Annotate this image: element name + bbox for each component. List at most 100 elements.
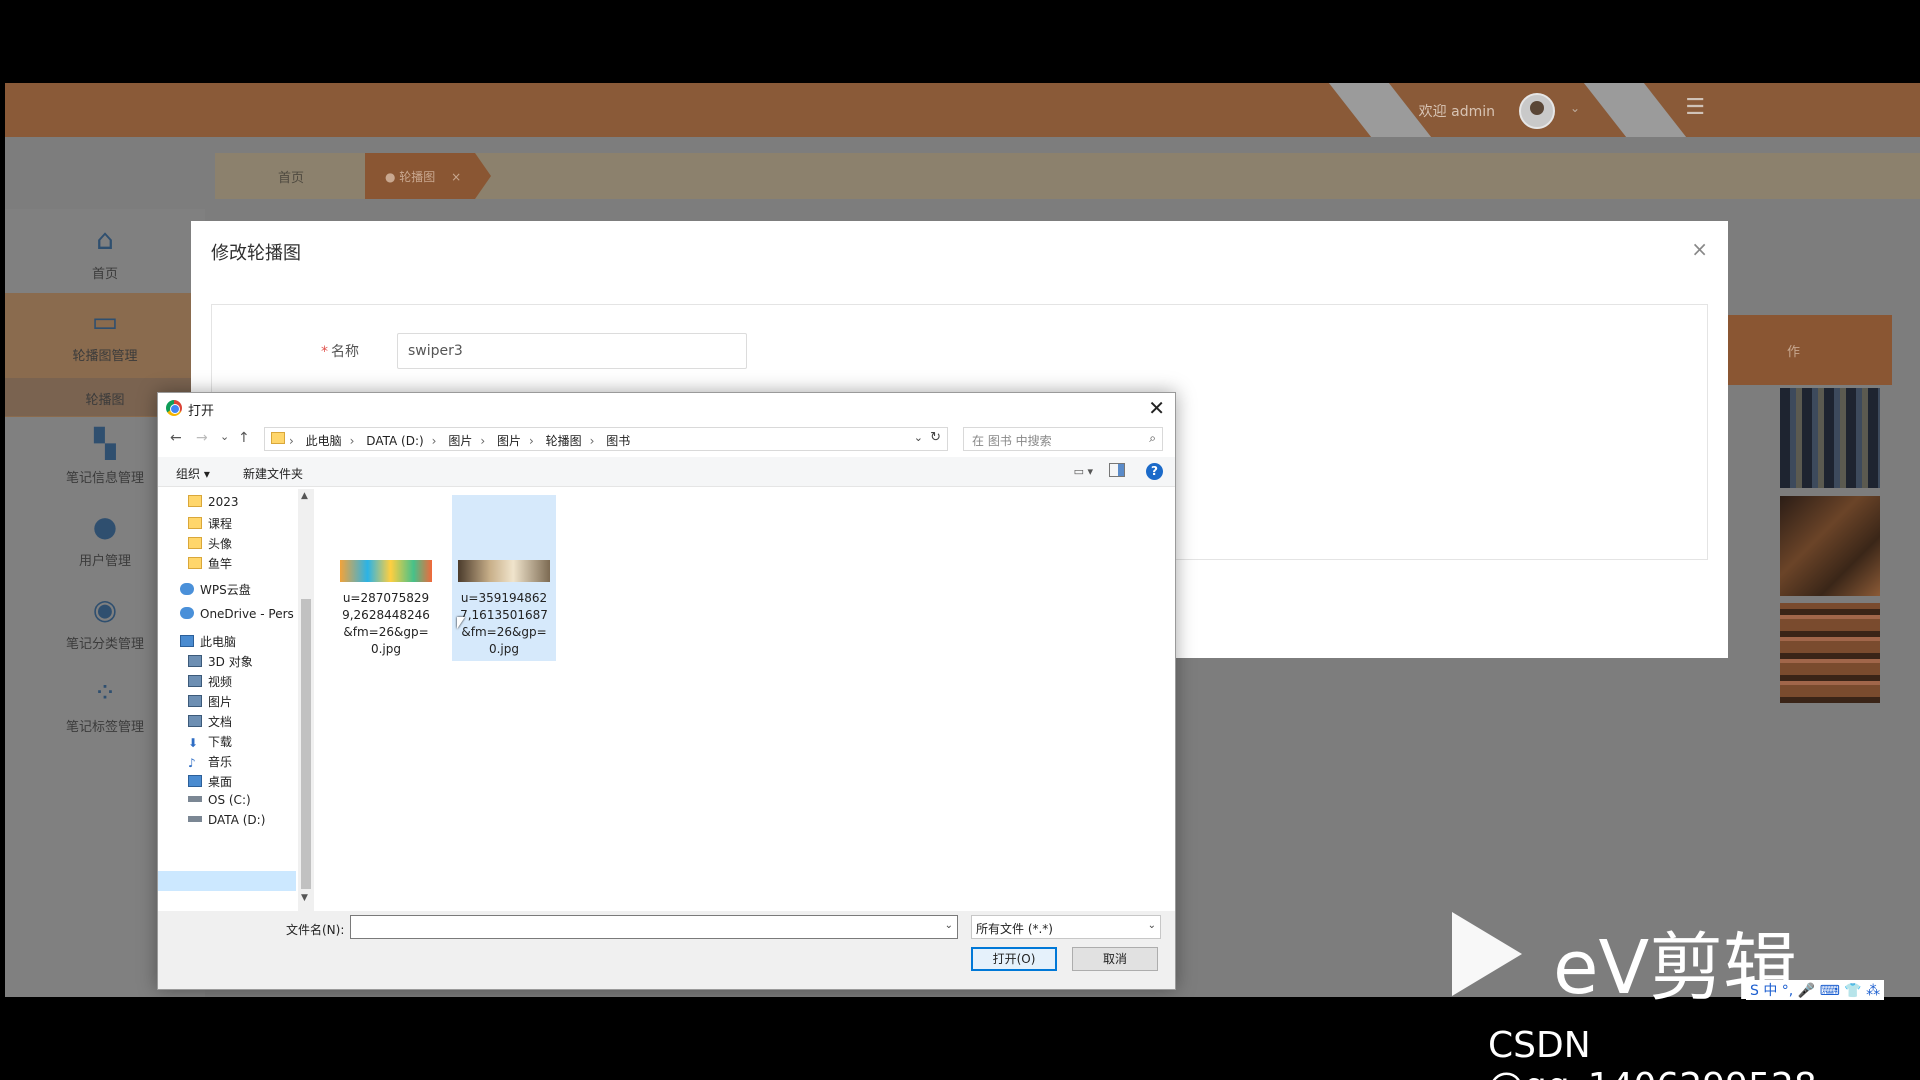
swiper-thumbnail bbox=[1780, 603, 1880, 703]
file-open-dialog: 打开 ✕ ← → ⌄ ↑ › 此电脑 › DATA (D:) › 图片 › 图片 › 轮… bbox=[157, 392, 1176, 990]
tree-item-drive-c[interactable]: OS (C:) bbox=[188, 793, 251, 807]
tree-item-course[interactable]: 课程 bbox=[188, 515, 232, 532]
cancel-button[interactable]: 取消 bbox=[1072, 947, 1158, 971]
navigation-tree: 2023 课程 头像 鱼竿 WPS云盘 OneDrive - Pers 此电脑 … bbox=[158, 489, 298, 911]
apps-icon: ⁘ bbox=[93, 676, 117, 709]
chevron-down-icon[interactable]: ⌄ bbox=[1570, 101, 1580, 115]
search-placeholder: 在 图书 中搜索 bbox=[972, 434, 1052, 448]
file-type-select[interactable]: 所有文件 (*.*) ⌄ bbox=[971, 915, 1161, 939]
tree-item-music[interactable]: ♪ 音乐 bbox=[188, 753, 232, 770]
sidebar-item-home[interactable]: ⌂ 首页 bbox=[5, 223, 205, 282]
computer-icon bbox=[180, 635, 194, 647]
file-item[interactable]: u=2870758299,2628448246&fm=26&gp=0.jpg bbox=[334, 495, 438, 661]
chrome-icon bbox=[166, 400, 182, 416]
filename-input[interactable]: ⌄ bbox=[350, 915, 958, 939]
sidebar-item-label: 笔记信息管理 bbox=[65, 471, 144, 486]
tree-item-documents[interactable]: 文档 bbox=[188, 713, 232, 730]
tree-item-pictures[interactable]: 图片 bbox=[188, 693, 232, 710]
folder-icon bbox=[188, 537, 202, 549]
tree-item-3d-objects[interactable]: 3D 对象 bbox=[188, 653, 253, 670]
address-segment[interactable]: 图片 bbox=[448, 434, 472, 448]
hamburger-icon[interactable]: ☰ bbox=[1685, 95, 1705, 120]
tree-item-onedrive[interactable]: OneDrive - Pers bbox=[180, 607, 294, 621]
new-folder-button[interactable]: 新建文件夹 bbox=[243, 465, 303, 482]
home-icon: ⌂ bbox=[96, 223, 114, 256]
swiper-thumbnail bbox=[1780, 388, 1880, 488]
close-icon[interactable]: × bbox=[1691, 237, 1708, 261]
scrollbar-thumb[interactable] bbox=[301, 599, 311, 889]
chevron-down-icon[interactable]: ⌄ bbox=[914, 431, 923, 444]
csdn-watermark: CSDN @qq_1406299528 bbox=[1488, 1025, 1817, 1080]
address-segment[interactable]: 轮播图 bbox=[546, 434, 582, 448]
dialog-footer: 文件名(N): ⌄ 所有文件 (*.*) ⌄ 打开(O) 取消 bbox=[158, 911, 1175, 989]
sidebar-item-label: 笔记标签管理 bbox=[65, 720, 144, 735]
close-icon[interactable]: ✕ bbox=[1148, 396, 1165, 420]
tree-selection bbox=[158, 871, 296, 891]
music-icon: ♪ bbox=[188, 756, 196, 770]
desktop-icon bbox=[188, 775, 202, 787]
table-header-label: 作 bbox=[1787, 345, 1801, 360]
tree-item-downloads[interactable]: ⬇ 下载 bbox=[188, 733, 232, 750]
search-input[interactable]: 在 图书 中搜索 ⌕ bbox=[963, 427, 1163, 451]
tab-swiper[interactable]: ● 轮播图 × bbox=[365, 153, 491, 199]
tree-item-videos[interactable]: 视频 bbox=[188, 673, 232, 690]
navigation-bar: ← → ⌄ ↑ › 此电脑 › DATA (D:) › 图片 › 图片 › 轮播图 › 图… bbox=[158, 427, 1175, 453]
folder-icon bbox=[188, 495, 202, 507]
address-segment[interactable]: 图书 bbox=[606, 434, 630, 448]
picture-icon bbox=[188, 695, 202, 707]
tree-scrollbar[interactable]: ▲ ▼ bbox=[298, 489, 314, 911]
address-segment[interactable]: DATA (D:) bbox=[366, 434, 423, 448]
folder-icon bbox=[271, 432, 285, 444]
required-mark: * bbox=[321, 344, 328, 360]
address-segment[interactable]: 图片 bbox=[497, 434, 521, 448]
file-name: u=2870758299,2628448246&fm=26&gp=0.jpg bbox=[342, 591, 430, 656]
close-icon[interactable]: × bbox=[451, 170, 461, 184]
ev-play-logo-icon bbox=[1452, 912, 1522, 996]
forward-arrow-icon[interactable]: → bbox=[196, 430, 208, 446]
drive-icon bbox=[188, 796, 202, 802]
tree-item-avatar[interactable]: 头像 bbox=[188, 535, 232, 552]
tree-item-drive-d[interactable]: DATA (D:) bbox=[188, 813, 265, 827]
preview-pane-icon[interactable] bbox=[1109, 463, 1125, 477]
file-item-selected[interactable]: u=3591948627,1613501687&fm=26&gp=0.jpg bbox=[452, 495, 556, 661]
app-header: 欢迎 admin ⌄ ☰ bbox=[5, 83, 1920, 137]
breadcrumb-home[interactable]: 首页 bbox=[278, 167, 304, 186]
scroll-down-icon[interactable]: ▼ bbox=[301, 893, 308, 903]
address-segment[interactable]: 此电脑 bbox=[306, 434, 342, 448]
name-input[interactable]: swiper3 bbox=[397, 333, 747, 369]
scroll-up-icon[interactable]: ▲ bbox=[301, 491, 308, 501]
help-icon[interactable]: ? bbox=[1146, 463, 1163, 480]
modal-title: 修改轮播图 bbox=[211, 243, 301, 264]
tab-label: ● 轮播图 bbox=[385, 170, 436, 184]
video-icon bbox=[188, 675, 202, 687]
sidebar-item-swiper-manage[interactable]: ▭ 轮播图管理 bbox=[5, 305, 205, 364]
tree-item-wps-cloud[interactable]: WPS云盘 bbox=[180, 581, 251, 598]
dashboard-icon: ▚ bbox=[94, 427, 116, 460]
tree-item-desktop[interactable]: 桌面 bbox=[188, 773, 232, 790]
tree-item-this-pc[interactable]: 此电脑 bbox=[180, 633, 236, 650]
organize-button[interactable]: 组织 ▾ bbox=[176, 465, 210, 482]
back-arrow-icon[interactable]: ← bbox=[170, 430, 182, 446]
table-header-actions: 作 bbox=[1727, 315, 1892, 385]
refresh-icon[interactable]: ↻ bbox=[930, 430, 941, 445]
folder-icon bbox=[188, 517, 202, 529]
recent-locations-icon[interactable]: ⌄ bbox=[220, 430, 229, 443]
image-thumbnail bbox=[340, 560, 432, 582]
chevron-down-icon[interactable]: ⌄ bbox=[1148, 920, 1156, 931]
filename-label: 文件名(N): bbox=[286, 923, 345, 937]
sidebar-item-label: 轮播图管理 bbox=[72, 349, 138, 364]
sidebar-item-label: 轮播图 bbox=[85, 393, 125, 408]
up-arrow-icon[interactable]: ↑ bbox=[238, 430, 250, 446]
avatar[interactable] bbox=[1519, 93, 1555, 129]
view-options-button[interactable]: ▭ ▾ bbox=[1074, 465, 1093, 478]
tree-item-2023[interactable]: 2023 bbox=[188, 495, 239, 509]
open-button[interactable]: 打开(O) bbox=[971, 947, 1057, 971]
file-name: u=3591948627,1613501687&fm=26&gp=0.jpg bbox=[460, 591, 548, 656]
cloud-icon bbox=[180, 583, 194, 595]
document-icon bbox=[188, 715, 202, 727]
download-icon: ⬇ bbox=[188, 736, 199, 750]
chevron-down-icon[interactable]: ⌄ bbox=[945, 920, 953, 931]
circle-icon: ◉ bbox=[92, 593, 118, 626]
tree-item-fishing-rod[interactable]: 鱼竿 bbox=[188, 555, 232, 572]
address-bar[interactable]: › 此电脑 › DATA (D:) › 图片 › 图片 › 轮播图 › 图书 ⌄ ↻ bbox=[264, 427, 948, 451]
